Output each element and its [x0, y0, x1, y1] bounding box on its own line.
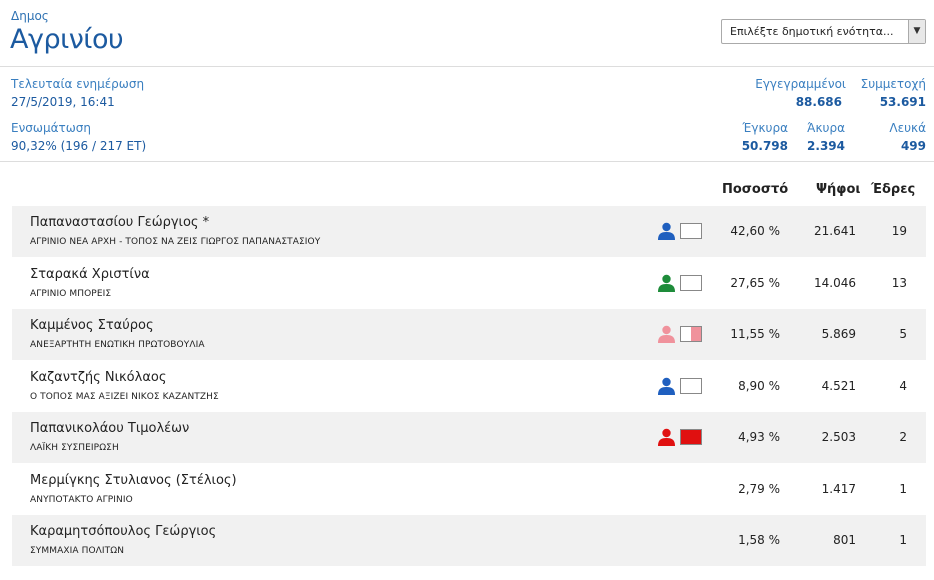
blank-value: 499: [900, 139, 926, 153]
seat-share-box: [680, 378, 702, 394]
municipality-name: Αγρινίου: [10, 24, 124, 55]
votes-value: 4.521: [821, 379, 856, 393]
seats-value: 1: [899, 482, 907, 496]
party-name: ΣΥΜΜΑΧΙΑ ΠΟΛΙΤΩΝ: [30, 546, 125, 556]
candidate-name: Παπαναστασίου Γεώργιος *: [30, 215, 210, 230]
person-icon: [658, 274, 675, 292]
person-icon: [658, 222, 675, 240]
invalid-label: Άκυρα: [807, 121, 845, 135]
registered-value: 88.686: [795, 95, 842, 109]
votes-value: 1.417: [821, 482, 856, 496]
candidate-name: Παπανικολάου Τιμολέων: [30, 421, 190, 436]
registered-label: Εγγεγραμμένοι: [755, 77, 846, 91]
valid-value: 50.798: [741, 139, 788, 153]
table-row[interactable]: Σταρακά Χριστίνα ΑΓΡΙΝΙΟ ΜΠΟΡΕΙΣ 27,65 % 14…: [12, 258, 926, 309]
seats-value: 13: [891, 276, 907, 290]
person-icon: [658, 428, 675, 446]
person-icon: [658, 325, 675, 343]
header-divider: [0, 66, 934, 67]
person-icon: [658, 377, 675, 395]
candidate-name: Σταρακά Χριστίνα: [30, 267, 150, 282]
valid-label: Έγκυρα: [742, 121, 788, 135]
party-name: ΑΓΡΙΝΙΟ ΜΠΟΡΕΙΣ: [30, 289, 112, 299]
coverage-value: 90,32% (196 / 217 ΕΤ): [11, 139, 147, 153]
party-name: ΑΓΡΙΝΙΟ ΝΕΑ ΑΡΧΗ - ΤΟΠΟΣ ΝΑ ΖΕΙΣ ΓΙΩΡΓΟΣ…: [30, 237, 321, 247]
table-row[interactable]: Καραμητσόπουλος Γεώργιος ΣΥΜΜΑΧΙΑ ΠΟΛΙΤΩΝ…: [12, 515, 926, 566]
unit-select[interactable]: Επιλέξτε δημοτική ενότητα... ▼: [721, 19, 926, 44]
seats-value: 2: [899, 430, 907, 444]
party-name: ΑΝΕΞΑΡΤΗΤΗ ΕΝΩΤΙΚΗ ΠΡΩΤΟΒΟΥΛΙΑ: [30, 340, 205, 350]
votes-value: 5.869: [821, 327, 856, 341]
update-value: 27/5/2019, 16:41: [11, 95, 115, 109]
votes-value: 21.641: [814, 224, 856, 238]
blank-label: Λευκά: [889, 121, 926, 135]
stats-divider: [0, 161, 934, 162]
table-row[interactable]: Καζαντζής Νικόλαος Ο ΤΟΠΟΣ ΜΑΣ ΑΞΙΖΕΙ ΝΙΚ…: [12, 361, 926, 412]
percent-value: 27,65 %: [730, 276, 780, 290]
votes-value: 14.046: [814, 276, 856, 290]
seat-share-box: [680, 326, 702, 342]
percent-value: 42,60 %: [730, 224, 780, 238]
candidate-name: Καζαντζής Νικόλαος: [30, 370, 167, 385]
column-header-seats: Έδρες: [871, 182, 916, 197]
table-row[interactable]: Καμμένος Σταύρος ΑΝΕΞΑΡΤΗΤΗ ΕΝΩΤΙΚΗ ΠΡΩΤΟ…: [12, 309, 926, 360]
seat-share-box: [680, 223, 702, 239]
seat-share-box: [680, 275, 702, 291]
party-name: ΑΝΥΠΟΤΑΚΤΟ ΑΓΡΙΝΙΟ: [30, 495, 133, 505]
invalid-value: 2.394: [807, 139, 845, 153]
update-label: Τελευταία ενημέρωση: [11, 77, 145, 91]
seats-value: 19: [891, 224, 907, 238]
chevron-down-icon[interactable]: ▼: [908, 20, 925, 43]
seats-value: 5: [899, 327, 907, 341]
municipality-label: Δημος: [11, 9, 49, 23]
seat-share-box: [680, 429, 702, 445]
turnout-value: 53.691: [879, 95, 926, 109]
turnout-label: Συμμετοχή: [860, 77, 926, 91]
column-header-percent: Ποσοστό: [722, 182, 789, 197]
party-name: ΛΑΪΚΗ ΣΥΣΠΕΙΡΩΣΗ: [30, 443, 119, 453]
percent-value: 1,58 %: [738, 533, 780, 547]
party-name: Ο ΤΟΠΟΣ ΜΑΣ ΑΞΙΖΕΙ ΝΙΚΟΣ ΚΑΖΑΝΤΖΗΣ: [30, 392, 219, 402]
table-row[interactable]: Παπαναστασίου Γεώργιος * ΑΓΡΙΝΙΟ ΝΕΑ ΑΡΧΗ…: [12, 206, 926, 257]
votes-value: 801: [833, 533, 856, 547]
seats-value: 4: [899, 379, 907, 393]
percent-value: 4,93 %: [738, 430, 780, 444]
seats-value: 1: [899, 533, 907, 547]
column-header-votes: Ψήφοι: [816, 182, 861, 197]
candidate-name: Μερμίγκης Στυλιανος (Στέλιος): [30, 473, 237, 488]
candidate-name: Καραμητσόπουλος Γεώργιος: [30, 524, 217, 539]
coverage-label: Ενσωμάτωση: [11, 121, 91, 135]
candidate-name: Καμμένος Σταύρος: [30, 318, 154, 333]
table-row[interactable]: Μερμίγκης Στυλιανος (Στέλιος) ΑΝΥΠΟΤΑΚΤΟ …: [12, 464, 926, 515]
table-row[interactable]: Παπανικολάου Τιμολέων ΛΑΪΚΗ ΣΥΣΠΕΙΡΩΣΗ 4,9…: [12, 412, 926, 463]
percent-value: 8,90 %: [738, 379, 780, 393]
unit-select-value: Επιλέξτε δημοτική ενότητα...: [730, 25, 894, 38]
percent-value: 2,79 %: [738, 482, 780, 496]
percent-value: 11,55 %: [730, 327, 780, 341]
votes-value: 2.503: [821, 430, 856, 444]
